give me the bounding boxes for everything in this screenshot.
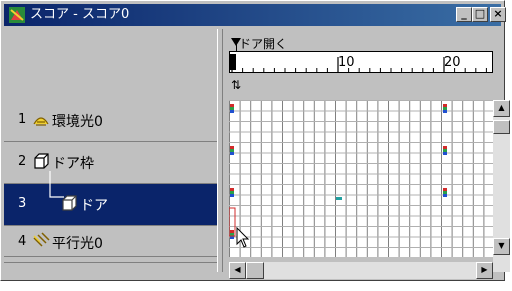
cube-icon [62,195,77,211]
keyframe-start [230,107,234,110]
keyframe-start [230,194,234,197]
track-name: ドア枠 [52,156,94,172]
frame-ruler[interactable]: 0 10 20 [229,51,493,73]
scroll-right-button[interactable]: ▶ [476,262,493,279]
keyframe-20 [443,188,447,191]
score-window: スコア - スコア0 _ □ × 1 環境光0 2 ドア枠 3 ドア 4 平行光… [0,0,510,281]
ruler-label-20: 20 [444,55,461,70]
keyframe-20 [443,104,447,107]
horizontal-scroll-thumb[interactable] [246,262,264,279]
timeline-ruler-area: ドア開く 0 10 20 ⇅ [225,29,493,97]
score-app-icon [9,7,25,23]
keyframe-start [230,230,234,233]
track-row-ambient-light[interactable]: 1 環境光0 [4,100,217,142]
keyframe-start [230,110,234,113]
maximize-button[interactable]: □ [472,7,488,22]
close-button[interactable]: × [490,7,506,22]
window-title: スコア - スコア0 [30,7,130,22]
cube-icon [34,153,49,169]
track-row-directional-light[interactable]: 4 平行光0 [4,226,217,257]
track-name: ドア [80,198,108,214]
ruler-label-10: 10 [338,55,355,70]
keyframe-20 [443,110,447,113]
current-frame-cursor[interactable] [230,54,236,70]
track-number: 1 [18,112,27,127]
minimize-button[interactable]: _ [456,7,472,22]
track-list-horizontal-scrollbar[interactable] [4,262,217,279]
directional-light-icon [33,232,50,247]
keyframe-start [230,152,234,155]
keyframe-grid-canvas [229,100,493,257]
mouse-pointer-icon [236,227,250,248]
keyframe-20 [443,107,447,110]
track-row-door-frame[interactable]: 2 ドア枠 [4,142,217,184]
keyframe-20 [443,152,447,155]
keyframe-20 [443,149,447,152]
ambient-light-icon [33,117,49,126]
keyframe-start [230,146,234,149]
marker-label: ドア開く [239,37,288,51]
scroll-up-button[interactable]: ▲ [493,100,510,117]
loop-icon[interactable]: ⇅ [231,78,241,92]
vertical-scroll-thumb[interactable] [493,120,510,134]
keyframe-start [230,149,234,152]
track-number: 2 [18,154,27,169]
scroll-down-button[interactable]: ▼ [493,238,510,255]
track-name: 環境光0 [52,114,103,130]
keyframe-start [230,104,234,107]
keyframe-start [230,191,234,194]
keyframe-20 [443,194,447,197]
vertical-scrollbar[interactable]: ▲ ▼ [493,100,510,272]
keyframe-grid[interactable] [229,100,493,257]
track-name: 平行光0 [52,236,103,252]
keyframe-start [230,188,234,191]
keyframe-10 [336,197,342,200]
title-bar[interactable]: スコア - スコア0 _ □ × [4,4,506,26]
track-number: 4 [18,234,27,249]
keyframe-20 [443,191,447,194]
scroll-left-button[interactable]: ◀ [229,262,246,279]
pane-splitter[interactable] [217,29,223,272]
track-list: 1 環境光0 2 ドア枠 3 ドア 4 平行光0 [4,100,217,257]
keyframe-20 [443,146,447,149]
horizontal-scrollbar[interactable]: ◀ ▶ [229,262,493,279]
track-row-door[interactable]: 3 ドア [4,171,217,226]
track-header-area [4,29,217,97]
track-number: 3 [18,196,27,211]
marker-line [236,43,237,51]
